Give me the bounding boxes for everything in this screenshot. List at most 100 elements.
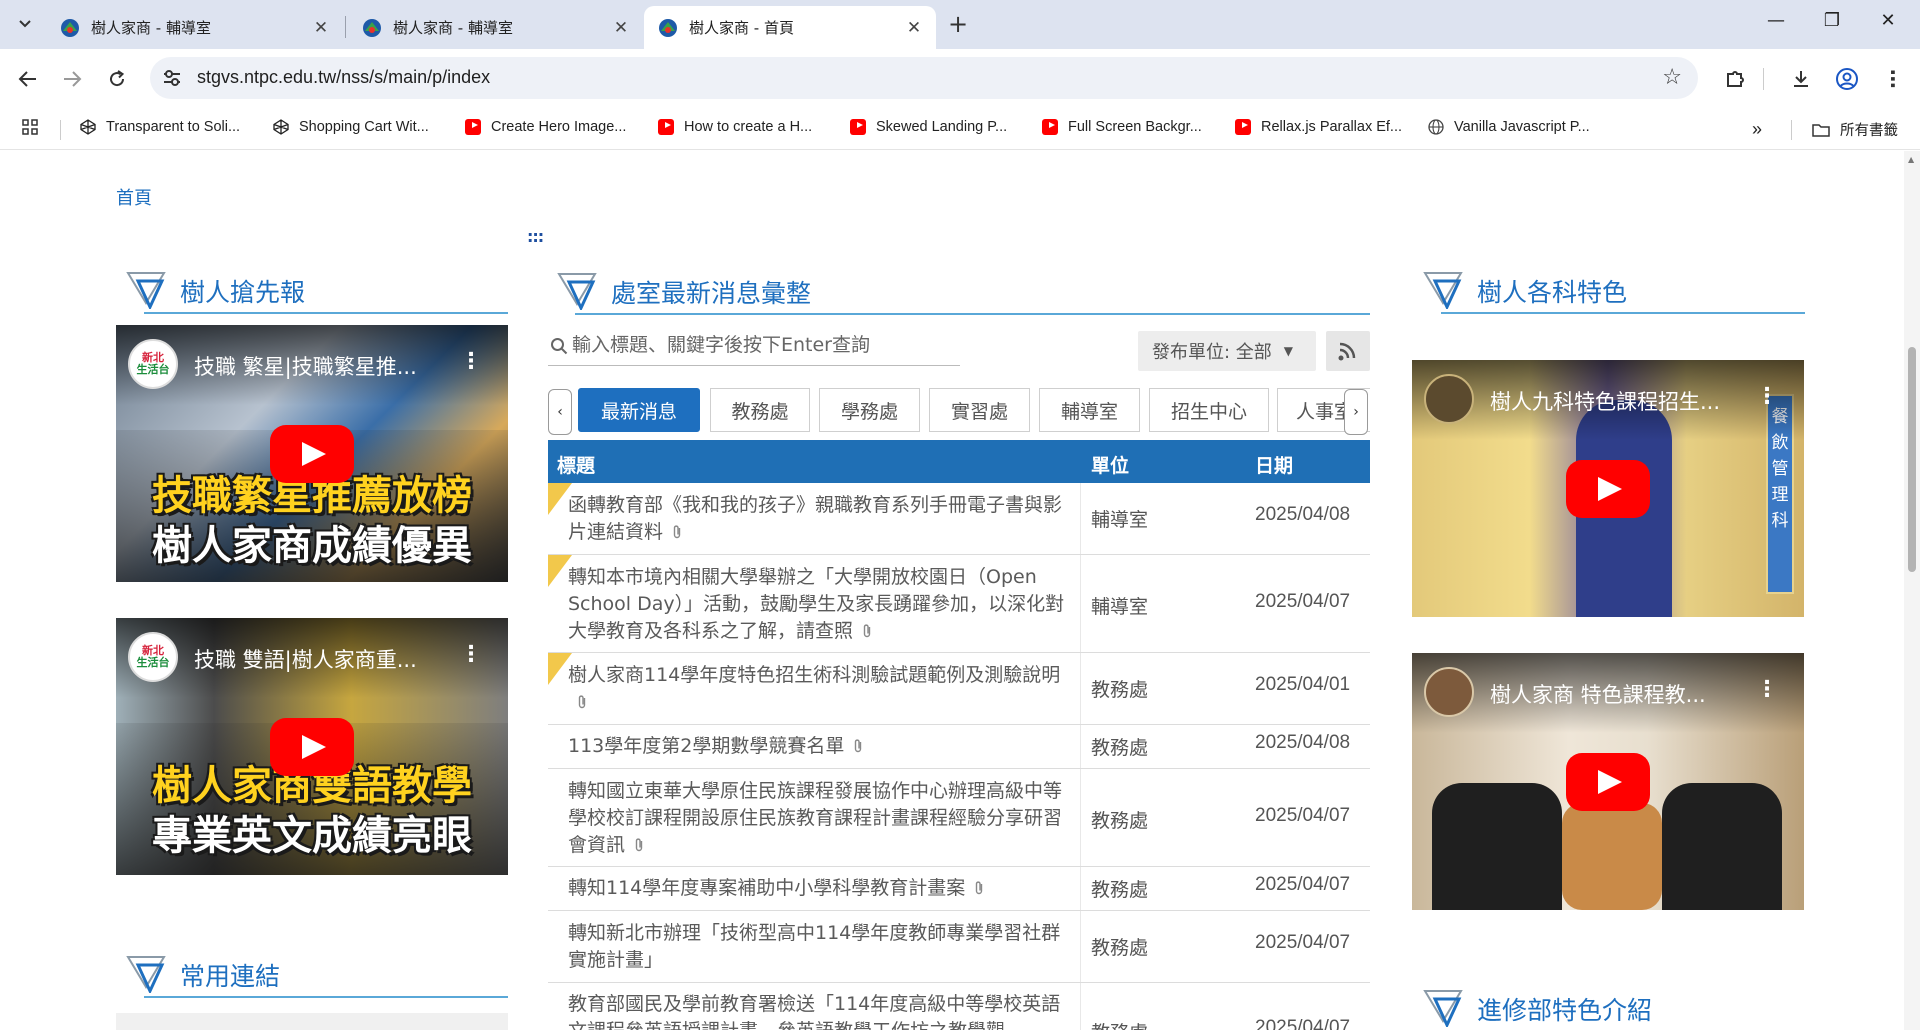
tab-search-button[interactable] — [8, 9, 42, 39]
news-search-input[interactable] — [572, 330, 952, 360]
close-icon[interactable]: ✕ — [611, 18, 631, 38]
play-button[interactable] — [1566, 460, 1650, 518]
browser-tab-2[interactable]: 樹人家商 - 輔導室 ✕ — [348, 6, 643, 49]
bookmark-item[interactable]: Rellax.js Parallax Ef... — [1235, 119, 1402, 135]
channel-name-2: 生活台 — [136, 363, 170, 376]
channel-avatar[interactable]: 新北 生活台 — [128, 339, 178, 389]
back-button[interactable] — [12, 63, 44, 95]
reload-button[interactable] — [101, 63, 133, 95]
table-row[interactable]: 轉知114學年度專案補助中小學科學教育計畫案 教務處 2025/04/07 — [548, 867, 1370, 911]
play-button[interactable] — [1566, 753, 1650, 811]
table-row[interactable]: 樹人家商114學年度特色招生術科測驗試題範例及測驗說明 教務處 2025/04/01 — [548, 653, 1370, 725]
menu-button[interactable]: ⋯ — [1878, 64, 1908, 94]
codepen-icon — [273, 119, 289, 135]
column-header-title: 標題 — [557, 455, 596, 477]
tab-student-affairs[interactable]: 學務處 — [819, 388, 920, 432]
video-embed-1[interactable]: 新北 生活台 技職 繁星|技職繁星推... ⋮ 技職繁星推薦放榜 樹人家商成績優異 — [116, 325, 508, 582]
table-row[interactable]: 函轉教育部《我和我的孩子》親職教育系列手冊電子書與影片連結資料 輔導室 2025/0… — [548, 483, 1370, 555]
table-row[interactable]: 113學年度第2學期數學競賽名單 教務處 2025/04/08 — [548, 725, 1370, 769]
bookmark-item[interactable]: Transparent to Soli... — [80, 119, 240, 135]
bookmark-item[interactable]: Vanilla Javascript P... — [1428, 119, 1590, 135]
tab-admissions-center[interactable]: 招生中心 — [1149, 388, 1269, 432]
video-embed-2[interactable]: 新北 生活台 技職 雙語|樹人家商重... ⋮ 樹人家商雙語教學 專業英文成績亮眼 — [116, 618, 508, 875]
section-triangle-icon — [1423, 990, 1463, 1027]
all-bookmarks-button[interactable]: 所有書籤 — [1812, 119, 1898, 140]
video-title[interactable]: 樹人九科特色課程招生... — [1490, 386, 1750, 416]
news-title-link[interactable]: 教育部國民及學前教育署檢送「114年度高級中等學校英語文課程參英語授課計畫、參英… — [568, 991, 1078, 1030]
tabs-scroll-right[interactable]: › — [1344, 389, 1368, 435]
bookmark-star-icon[interactable]: ☆ — [1662, 65, 1682, 90]
close-icon[interactable]: ✕ — [311, 18, 331, 38]
video-title[interactable]: 技職 雙語|樹人家商重... — [194, 644, 454, 674]
more-bookmarks-button[interactable]: » — [1752, 119, 1762, 140]
site-info-icon[interactable] — [160, 66, 184, 90]
publish-unit-select[interactable]: 發布單位: 全部 ▼ — [1138, 331, 1316, 371]
bookmark-item[interactable]: Skewed Landing P... — [850, 119, 1007, 135]
table-row[interactable]: 轉知本市境內相關大學舉辦之「大學開放校園日（Open School Day）」活… — [548, 555, 1370, 653]
tab-latest-news[interactable]: 最新消息 — [578, 388, 700, 432]
new-tab-button[interactable]: + — [948, 12, 968, 36]
news-title-link[interactable]: 轉知國立東華大學原住民族課程發展協作中心辦理高級中等學校校訂課程開設原住民族教育… — [568, 778, 1078, 859]
browser-tab-1[interactable]: 樹人家商 - 輔導室 ✕ — [46, 6, 343, 49]
news-unit: 教務處 — [1091, 737, 1149, 759]
forward-button[interactable] — [56, 63, 88, 95]
url-text[interactable]: stgvs.ntpc.edu.tw/nss/s/main/p/index — [197, 67, 490, 88]
section-header-links: 常用連結 — [120, 953, 508, 998]
address-bar[interactable]: stgvs.ntpc.edu.tw/nss/s/main/p/index ☆ — [150, 57, 1698, 99]
restore-button[interactable]: ❐ — [1812, 10, 1852, 31]
apps-button[interactable] — [22, 119, 48, 135]
bookmark-item[interactable]: Create Hero Image... — [465, 119, 626, 135]
breadcrumb-home[interactable]: 首頁 — [116, 184, 152, 210]
browser-tab-3[interactable]: 樹人家商 - 首頁 ✕ — [644, 6, 936, 49]
table-row[interactable]: 轉知國立東華大學原住民族課程發展協作中心辦理高級中等學校校訂課程開設原住民族教育… — [548, 769, 1370, 867]
rss-button[interactable] — [1326, 331, 1370, 371]
news-title-link[interactable]: 轉知本市境內相關大學舉辦之「大學開放校園日（Open School Day）」活… — [568, 564, 1078, 645]
section-title: 常用連結 — [180, 962, 281, 991]
close-icon[interactable]: ✕ — [904, 18, 924, 38]
channel-avatar[interactable] — [1424, 667, 1474, 717]
page-scrollbar[interactable]: ▲ — [1904, 151, 1920, 1030]
column-divider — [1080, 769, 1081, 866]
table-row[interactable]: 轉知新北市辦理「技術型高中114學年度教師專業學習社群實施計畫」 教務處 2025/… — [548, 911, 1370, 983]
scroll-up-arrow-icon[interactable]: ▲ — [1908, 155, 1914, 164]
video-title[interactable]: 技職 繁星|技職繁星推... — [194, 351, 454, 381]
play-button[interactable] — [270, 425, 354, 483]
scrollbar-thumb[interactable] — [1908, 347, 1916, 572]
news-title-link[interactable]: 113學年度第2學期數學競賽名單 — [568, 733, 1078, 760]
news-title-link[interactable]: 轉知新北市辦理「技術型高中114學年度教師專業學習社群實施計畫」 — [568, 920, 1078, 974]
bookmark-item[interactable]: Full Screen Backgr... — [1042, 119, 1202, 135]
video-embed-4[interactable]: 樹人家商 特色課程教... ⋮ — [1412, 653, 1804, 910]
bookmark-item[interactable]: Shopping Cart Wit... — [273, 119, 429, 135]
school-logo-icon — [659, 18, 677, 37]
tab-counseling-office[interactable]: 輔導室 — [1039, 388, 1140, 432]
video-menu-icon[interactable]: ⋮ — [1756, 677, 1778, 702]
video-embed-3[interactable]: 餐飲管理科 樹人九科特色課程招生... ⋮ — [1412, 360, 1804, 617]
accessibility-anchor[interactable]: ::: — [527, 227, 544, 246]
channel-avatar[interactable]: 新北 生活台 — [128, 632, 178, 682]
bookmark-item[interactable]: How to create a H... — [658, 119, 812, 135]
downloads-button[interactable] — [1786, 64, 1816, 94]
extensions-button[interactable] — [1720, 64, 1750, 94]
news-title-text: 轉知114學年度專案補助中小學科學教育計畫案 — [568, 877, 966, 899]
arrow-right-icon — [64, 71, 82, 87]
reload-icon — [110, 70, 125, 87]
chevron-right-icon: › — [1353, 404, 1359, 420]
table-row[interactable]: 教育部國民及學前教育署檢送「114年度高級中等學校英語文課程參英語授課計畫、參英… — [548, 983, 1370, 1030]
video-menu-icon[interactable]: ⋮ — [460, 642, 482, 667]
news-title-link[interactable]: 函轉教育部《我和我的孩子》親職教育系列手冊電子書與影片連結資料 — [568, 492, 1078, 546]
video-title[interactable]: 樹人家商 特色課程教... — [1490, 679, 1750, 709]
profile-button[interactable] — [1832, 64, 1862, 94]
video-menu-icon[interactable]: ⋮ — [460, 349, 482, 374]
news-title-link[interactable]: 轉知114學年度專案補助中小學科學教育計畫案 — [568, 875, 1078, 902]
tab-internship-office[interactable]: 實習處 — [929, 388, 1030, 432]
news-title-link[interactable]: 樹人家商114學年度特色招生術科測驗試題範例及測驗說明 — [568, 662, 1078, 716]
tabs-scroll-left[interactable]: ‹ — [548, 389, 572, 435]
video-menu-icon[interactable]: ⋮ — [1756, 384, 1778, 409]
play-button[interactable] — [270, 718, 354, 776]
news-title-text: 轉知本市境內相關大學舉辦之「大學開放校園日（Open School Day）」活… — [568, 566, 1065, 642]
tab-academic-affairs[interactable]: 教務處 — [710, 388, 810, 432]
minimize-button[interactable]: — — [1756, 10, 1796, 31]
channel-avatar[interactable] — [1424, 374, 1474, 424]
window-close-button[interactable]: ✕ — [1868, 10, 1908, 31]
section-header-departments: 樹人各科特色 — [1417, 269, 1805, 314]
